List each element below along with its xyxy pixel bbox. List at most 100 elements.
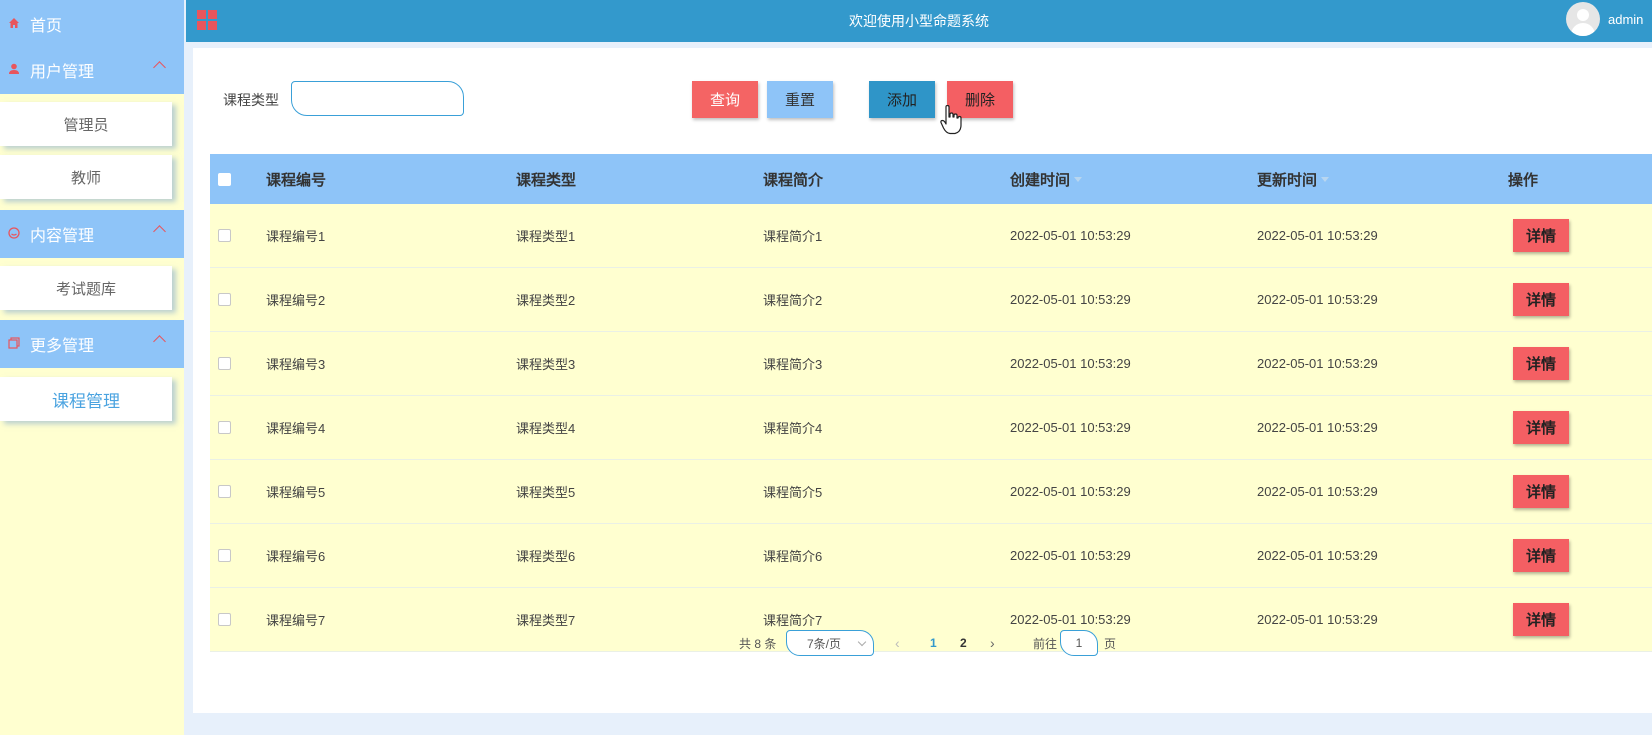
table-cell: 2022-05-01 10:53:29: [1257, 420, 1378, 435]
table-cell: 课程简介5: [763, 485, 823, 500]
sidebar-item-teacher[interactable]: 教师: [0, 155, 172, 199]
main-panel: 课程类型 查询 重置 添加 删除 课程编号 课程类型 课程简介 创建时间 更新时…: [193, 48, 1652, 713]
sidebar-group-label: 用户管理: [30, 64, 95, 81]
content-icon: [8, 226, 30, 242]
table-cell: 课程类型3: [516, 357, 576, 372]
detail-button[interactable]: 详情: [1513, 603, 1569, 636]
copy-icon: [8, 336, 30, 352]
topbar: 欢迎使用小型命题系统 admin: [186, 0, 1652, 42]
table-cell: 2022-05-01 10:53:29: [1010, 292, 1131, 307]
sidebar-group-user[interactable]: 用户管理: [0, 46, 184, 94]
table-cell: 2022-05-01 10:53:29: [1257, 548, 1378, 563]
table-cell: 课程类型2: [516, 293, 576, 308]
add-button[interactable]: 添加: [869, 81, 935, 118]
column-header-label: 创建时间: [1010, 171, 1071, 189]
sidebar-group-label: 更多管理: [30, 338, 95, 355]
table-cell: 2022-05-01 10:53:29: [1257, 292, 1378, 307]
chevron-up-icon: [153, 61, 166, 74]
sidebar: 首页 用户管理 管理员 教师 内容管理 考试题库 更多管理 课程管理: [0, 0, 184, 735]
table-cell: 课程简介3: [763, 357, 823, 372]
row-checkbox[interactable]: [218, 293, 231, 306]
table-cell: 2022-05-01 10:53:29: [1257, 356, 1378, 371]
table-cell: 课程类型6: [516, 549, 576, 564]
sidebar-item-admin[interactable]: 管理员: [0, 102, 172, 146]
avatar-icon[interactable]: [1566, 2, 1600, 36]
table-cell: 2022-05-01 10:53:29: [1257, 228, 1378, 243]
select-all-checkbox[interactable]: [218, 172, 231, 186]
prev-page-icon[interactable]: ‹: [895, 630, 900, 656]
chevron-down-icon: [857, 637, 867, 647]
table-row: 课程编号6 课程类型6 课程简介6 2022-05-01 10:53:29 20…: [210, 524, 1652, 588]
detail-button[interactable]: 详情: [1513, 411, 1569, 444]
row-checkbox[interactable]: [218, 357, 231, 370]
sidebar-group-label: 内容管理: [30, 228, 95, 245]
chevron-up-icon: [153, 225, 166, 238]
detail-button[interactable]: 详情: [1513, 283, 1569, 316]
table-cell: 课程编号7: [266, 613, 326, 628]
row-checkbox[interactable]: [218, 421, 231, 434]
home-icon: [8, 17, 30, 32]
table-row: 课程编号2 课程类型2 课程简介2 2022-05-01 10:53:29 20…: [210, 268, 1652, 332]
table-cell: 课程编号3: [266, 357, 326, 372]
goto-label: 前往: [1033, 636, 1058, 651]
table-cell: 课程类型1: [516, 229, 576, 244]
column-header-sortable[interactable]: 创建时间: [1010, 154, 1083, 204]
column-header: 课程简介: [763, 171, 824, 189]
course-type-search-input[interactable]: [291, 81, 464, 116]
table-cell: 2022-05-01 10:53:29: [1257, 484, 1378, 499]
table-cell: 课程编号5: [266, 485, 326, 500]
goto-suffix: 页: [1104, 636, 1117, 651]
detail-button[interactable]: 详情: [1513, 475, 1569, 508]
sidebar-item-course-management[interactable]: 课程管理: [0, 377, 172, 421]
table-header: 课程编号 课程类型 课程简介 创建时间 更新时间 操作: [210, 154, 1652, 204]
table-cell: 2022-05-01 10:53:29: [1010, 484, 1131, 499]
goto-page-input[interactable]: 1: [1060, 630, 1098, 656]
app-title: 欢迎使用小型命题系统: [849, 13, 989, 29]
column-header: 课程类型: [516, 171, 577, 189]
sort-icon[interactable]: [1321, 176, 1330, 182]
user-icon: [8, 63, 30, 78]
table-cell: 课程简介1: [763, 229, 823, 244]
column-header-sortable[interactable]: 更新时间: [1257, 154, 1330, 204]
table-cell: 课程简介6: [763, 549, 823, 564]
detail-button[interactable]: 详情: [1513, 219, 1569, 252]
table-cell: 课程类型4: [516, 421, 576, 436]
page-number-2[interactable]: 2: [960, 630, 967, 656]
table-row: 课程编号4 课程类型4 课程简介4 2022-05-01 10:53:29 20…: [210, 396, 1652, 460]
next-page-icon[interactable]: ›: [990, 630, 995, 656]
column-header: 操作: [1508, 171, 1539, 189]
hand-cursor-icon: [940, 105, 962, 135]
chevron-up-icon: [153, 335, 166, 348]
sidebar-home-label: 首页: [30, 18, 63, 35]
table-cell: 课程简介2: [763, 293, 823, 308]
table-row: 课程编号5 课程类型5 课程简介5 2022-05-01 10:53:29 20…: [210, 460, 1652, 524]
table-cell: 2022-05-01 10:53:29: [1010, 420, 1131, 435]
detail-button[interactable]: 详情: [1513, 347, 1569, 380]
sort-icon[interactable]: [1074, 176, 1083, 182]
row-checkbox[interactable]: [218, 485, 231, 498]
table-cell: 课程简介4: [763, 421, 823, 436]
sidebar-item-home[interactable]: 首页: [0, 0, 184, 48]
pagination-total: 共 8 条: [739, 636, 777, 651]
detail-button[interactable]: 详情: [1513, 539, 1569, 572]
query-button[interactable]: 查询: [692, 81, 758, 118]
search-label: 课程类型: [223, 92, 279, 108]
sidebar-group-more[interactable]: 更多管理: [0, 320, 184, 368]
username[interactable]: admin: [1608, 12, 1643, 27]
reset-button[interactable]: 重置: [767, 81, 833, 118]
table-cell: 课程编号4: [266, 421, 326, 436]
row-checkbox[interactable]: [218, 613, 231, 626]
page-number-1[interactable]: 1: [930, 630, 937, 656]
row-checkbox[interactable]: [218, 229, 231, 242]
table-cell: 课程编号2: [266, 293, 326, 308]
table-cell: 课程类型5: [516, 485, 576, 500]
sidebar-group-content[interactable]: 内容管理: [0, 210, 184, 258]
table-row: 课程编号3 课程类型3 课程简介3 2022-05-01 10:53:29 20…: [210, 332, 1652, 396]
table-cell: 2022-05-01 10:53:29: [1010, 548, 1131, 563]
page-size-value: 7条/页: [807, 636, 842, 651]
row-checkbox[interactable]: [218, 549, 231, 562]
page-size-select[interactable]: 7条/页: [786, 630, 874, 656]
sidebar-item-exam-bank[interactable]: 考试题库: [0, 266, 172, 310]
course-table: 课程编号 课程类型 课程简介 创建时间 更新时间 操作 课程编号1 课程类型1 …: [210, 154, 1652, 652]
table-cell: 2022-05-01 10:53:29: [1010, 356, 1131, 371]
